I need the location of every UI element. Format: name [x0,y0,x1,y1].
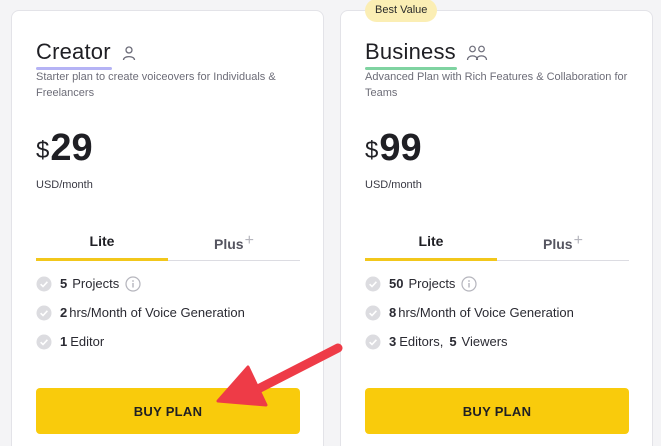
plan-price: $ 29 [36,127,93,169]
feature-projects: 5 Projects [36,269,306,298]
price-currency: $ [365,137,379,164]
users-icon [466,44,488,62]
plan-title-row: Business [365,39,488,70]
plan-name-text: Business [365,39,456,64]
plan-title-row: Creator [36,39,137,70]
buy-plan-button[interactable]: BUY PLAN [36,388,300,434]
tab-plus[interactable]: Plus+ [497,221,629,260]
feature-seats: 3 Editors, 5 Viewers [365,327,635,356]
plan-name-text: Creator [36,39,111,64]
check-circle-icon [365,305,381,321]
feature-label: hrs/Month of Voice Generation [69,305,245,320]
best-value-badge: Best Value [365,0,438,22]
tab-plus-label: Plus [543,236,573,252]
feature-projects: 50 Projects [365,269,635,298]
check-circle-icon [36,334,52,350]
plan-name: Business [365,39,457,70]
feature-count: 50 [389,276,404,291]
plus-icon: + [244,232,254,249]
tab-plus-label: Plus [214,236,244,252]
plan-card-creator: Creator Starter plan to create voiceover… [11,10,324,446]
feature-count: 3 [389,334,397,349]
plan-tier-tabs: Lite Plus+ [36,221,300,261]
info-icon[interactable] [461,275,478,292]
price-period: USD/month [365,179,422,191]
price-amount: 29 [50,127,93,169]
info-icon[interactable] [125,275,141,292]
plus-icon: + [573,232,583,249]
user-icon [121,45,137,61]
price-amount: 99 [379,127,422,169]
tab-plus[interactable]: Plus+ [168,221,300,260]
feature-label: Editors, [399,334,444,349]
feature-list: 5 Projects 2 hrs/Month of Voice Generati… [36,269,306,356]
feature-label: Projects [408,276,456,291]
buy-plan-button[interactable]: BUY PLAN [365,388,629,434]
feature-count-viewers: 5 [449,334,457,349]
plan-description: Advanced Plan with Rich Features & Colla… [365,71,628,99]
feature-label: hrs/Month of Voice Generation [398,305,574,320]
plan-name: Creator [36,39,112,70]
tab-lite[interactable]: Lite [365,221,497,261]
check-circle-icon [36,276,52,292]
tab-lite-label: Lite [89,233,115,249]
check-circle-icon [365,276,381,292]
feature-editors: 1 Editor [36,327,306,356]
feature-voice-hours: 8 hrs/Month of Voice Generation [365,298,635,327]
price-period: USD/month [36,179,93,191]
feature-label: Projects [72,276,120,291]
check-circle-icon [36,305,52,321]
feature-count: 1 [60,334,68,349]
feature-label: Editor [70,334,105,349]
feature-voice-hours: 2 hrs/Month of Voice Generation [36,298,306,327]
price-currency: $ [36,137,50,164]
plan-tier-tabs: Lite Plus+ [365,221,629,261]
plan-description: Starter plan to create voiceovers for In… [36,71,276,99]
plan-card-business: Best Value Business Advanced Plan with R… [340,0,653,446]
plan-price: $ 99 [365,127,422,169]
feature-count: 5 [60,276,68,291]
feature-label-viewers: Viewers [461,334,508,349]
feature-count: 2 [60,305,68,320]
tab-lite-label: Lite [418,233,444,249]
check-circle-icon [365,334,381,350]
feature-count: 8 [389,305,397,320]
feature-list: 50 Projects 8 hrs/Month of Voice Generat… [365,269,635,356]
tab-lite[interactable]: Lite [36,221,168,261]
